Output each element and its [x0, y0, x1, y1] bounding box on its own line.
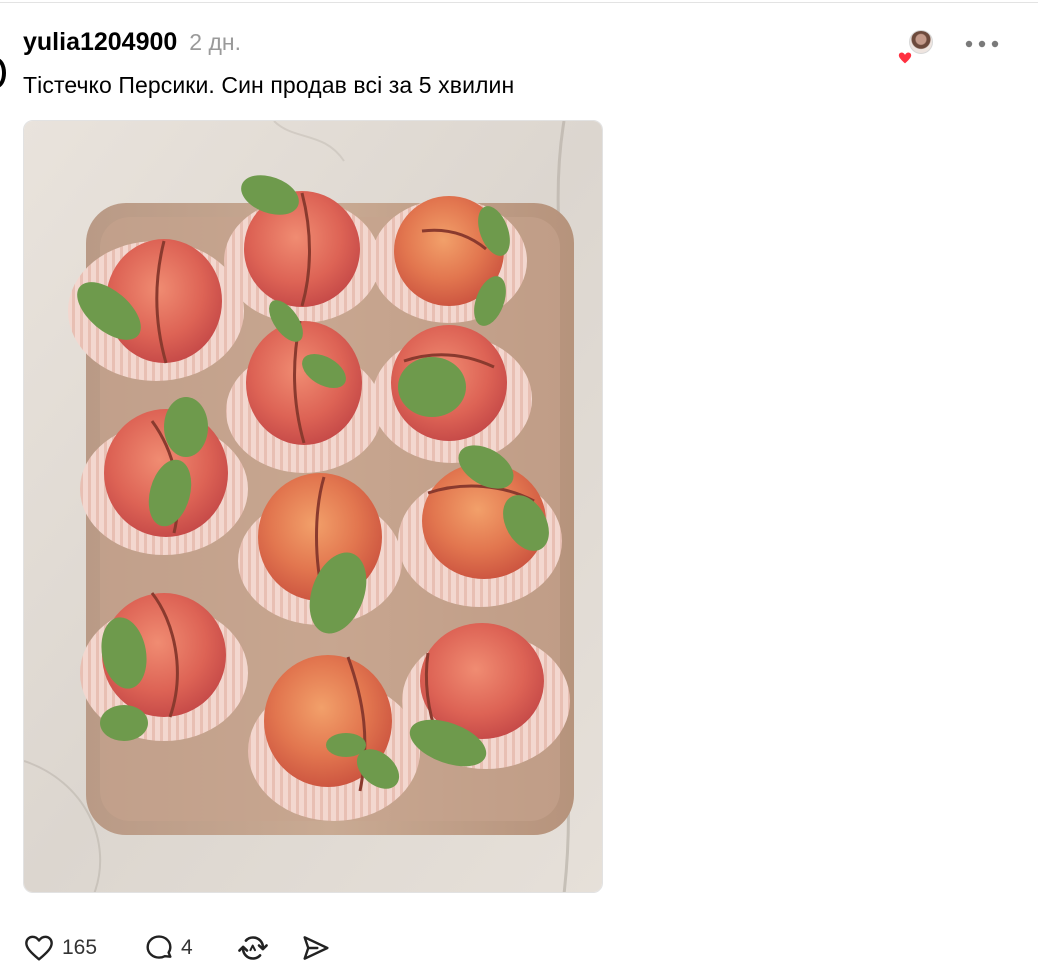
comment-count: 4	[181, 936, 193, 959]
post-photo[interactable]	[23, 120, 603, 893]
liker-avatar-group[interactable]	[897, 30, 937, 70]
repost-arrows-icon	[237, 936, 268, 960]
cropped-edge-icon	[0, 58, 6, 88]
username-link[interactable]: yulia1204900	[23, 28, 177, 57]
more-options-button[interactable]	[960, 30, 1004, 58]
repost-button[interactable]	[235, 931, 271, 965]
post-header: yulia1204900 2 дн.	[23, 28, 241, 60]
send-icon	[303, 936, 329, 960]
like-button[interactable]: 165	[22, 932, 97, 964]
post-actions: 165 4	[22, 928, 333, 968]
like-count: 165	[62, 936, 98, 959]
more-horizontal-icon	[965, 40, 999, 48]
top-divider	[0, 2, 1038, 3]
speech-bubble-icon	[146, 935, 172, 959]
comment-button[interactable]: 4	[143, 932, 193, 964]
share-button[interactable]	[299, 932, 333, 964]
peach-cakes-photo	[24, 121, 602, 892]
post-time[interactable]: 2 дн.	[189, 29, 241, 56]
post-caption: Тістечко Персики. Син продав всі за 5 хв…	[23, 72, 515, 98]
heart-outline-icon	[25, 935, 53, 961]
heart-filled-icon	[897, 51, 913, 65]
